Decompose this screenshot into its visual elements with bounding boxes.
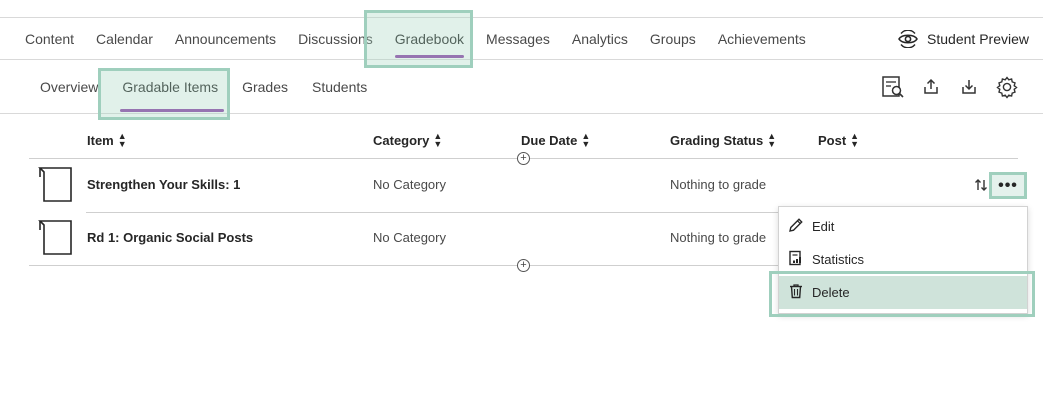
gradebook-tools xyxy=(881,60,1019,114)
column-header-label: Item xyxy=(87,132,114,148)
tab-label: Announcements xyxy=(174,30,277,47)
tab-calendar[interactable]: Calendar xyxy=(85,18,164,59)
tab-grades[interactable]: Grades xyxy=(230,60,300,114)
tab-label: Achievements xyxy=(717,30,806,47)
tab-label: Messages xyxy=(486,30,550,47)
sort-icon: ▲ ▼ xyxy=(433,131,443,149)
sort-icon: ▲ ▼ xyxy=(767,131,777,149)
tab-discussions[interactable]: Discussions xyxy=(287,18,384,59)
eye-refresh-icon xyxy=(897,29,919,48)
gradebook-sub-bar: Overview Gradable Items Grades Students xyxy=(0,60,1043,114)
item-context-menu: Edit Statistics Delete xyxy=(778,206,1028,314)
trash-icon xyxy=(788,283,804,302)
column-header-label: Post xyxy=(818,132,847,148)
tab-overview[interactable]: Overview xyxy=(28,60,110,114)
item-grading-status: Nothing to grade xyxy=(670,230,767,245)
menu-item-label: Edit xyxy=(812,219,835,234)
column-header-label: Category xyxy=(373,132,430,148)
tab-achievements[interactable]: Achievements xyxy=(707,18,817,59)
reorder-icon[interactable] xyxy=(973,177,989,193)
tab-label: Calendar xyxy=(96,30,153,47)
sort-icon: ▲ ▼ xyxy=(850,131,860,149)
column-header-post[interactable]: Post ▲ ▼ xyxy=(818,131,860,149)
download-icon[interactable] xyxy=(957,75,981,99)
tab-groups[interactable]: Groups xyxy=(639,18,707,59)
column-header-grading-status[interactable]: Grading Status ▲ ▼ xyxy=(670,131,777,149)
tab-label: Students xyxy=(312,79,368,95)
tab-students[interactable]: Students xyxy=(300,60,379,114)
menu-item-statistics[interactable]: Statistics xyxy=(779,243,1027,276)
tab-label: Gradebook xyxy=(394,30,465,47)
grade-search-icon[interactable] xyxy=(881,75,905,99)
menu-item-delete[interactable]: Delete xyxy=(779,276,1027,309)
tab-messages[interactable]: Messages xyxy=(475,18,561,59)
tab-analytics[interactable]: Analytics xyxy=(561,18,639,59)
sort-icon: ▲ ▼ xyxy=(117,131,127,149)
course-top-bar: Content Calendar Announcements Discussio… xyxy=(0,17,1043,60)
upload-icon[interactable] xyxy=(919,75,943,99)
table-row[interactable]: Strengthen Your Skills: 1 No Category No… xyxy=(0,159,1043,212)
sort-icon: ▲ ▼ xyxy=(581,131,591,149)
student-preview-label: Student Preview xyxy=(927,30,1029,47)
item-category: No Category xyxy=(373,230,446,245)
menu-item-label: Delete xyxy=(812,285,850,300)
more-icon: ••• xyxy=(998,176,1018,194)
column-header-due-date[interactable]: Due Date ▲ ▼ xyxy=(521,131,591,149)
column-header-label: Grading Status xyxy=(670,132,764,148)
document-icon xyxy=(38,167,74,206)
gradebook-sub-nav: Overview Gradable Items Grades Students xyxy=(28,60,379,114)
tab-label: Discussions xyxy=(298,30,373,47)
more-options-button[interactable]: ••• xyxy=(989,172,1027,199)
column-header-label: Due Date xyxy=(521,132,578,148)
menu-item-edit[interactable]: Edit xyxy=(779,210,1027,243)
tab-content[interactable]: Content xyxy=(14,18,85,59)
item-category: No Category xyxy=(373,177,446,192)
column-header-item[interactable]: Item ▲ ▼ xyxy=(87,131,127,149)
tab-label: Content xyxy=(25,30,75,47)
tab-label: Analytics xyxy=(571,30,628,47)
course-nav: Content Calendar Announcements Discussio… xyxy=(14,18,817,59)
pencil-icon xyxy=(788,217,804,236)
item-name[interactable]: Strengthen Your Skills: 1 xyxy=(87,177,240,192)
add-item-icon[interactable]: + xyxy=(517,259,530,272)
tab-announcements[interactable]: Announcements xyxy=(164,18,287,59)
tab-label: Overview xyxy=(40,79,99,95)
column-header-category[interactable]: Category ▲ ▼ xyxy=(373,131,443,149)
tab-label: Grades xyxy=(242,79,288,95)
item-grading-status: Nothing to grade xyxy=(670,177,767,192)
document-icon xyxy=(38,220,74,259)
tab-label: Gradable Items xyxy=(122,79,219,95)
settings-icon[interactable] xyxy=(995,75,1019,99)
statistics-icon xyxy=(788,250,804,269)
item-name[interactable]: Rd 1: Organic Social Posts xyxy=(87,230,253,245)
student-preview-button[interactable]: Student Preview xyxy=(897,18,1029,59)
menu-item-label: Statistics xyxy=(812,252,865,267)
tab-label: Groups xyxy=(649,30,696,47)
tab-gradebook[interactable]: Gradebook xyxy=(384,18,475,59)
tab-gradable-items[interactable]: Gradable Items xyxy=(110,60,230,114)
